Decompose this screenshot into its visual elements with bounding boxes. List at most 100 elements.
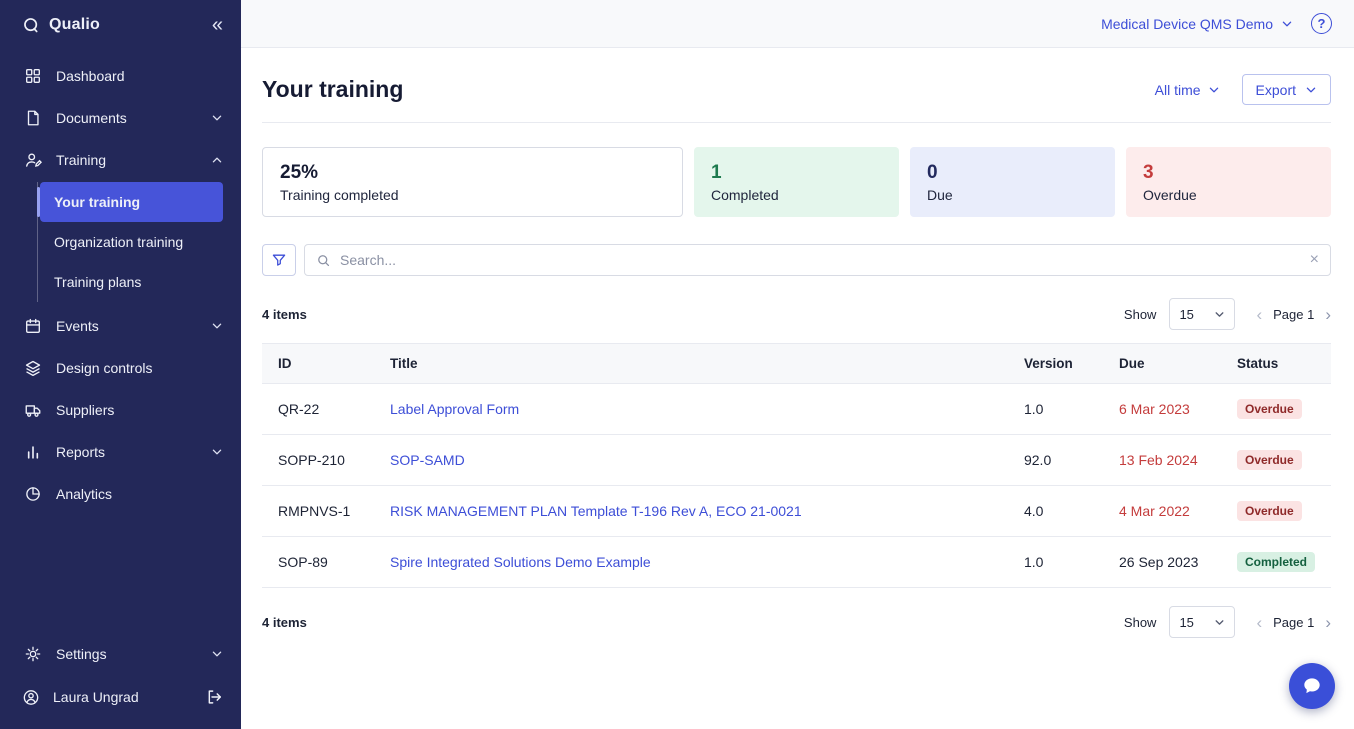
user-name: Laura Ungrad xyxy=(53,689,139,705)
sidebar-item-documents[interactable]: Documents xyxy=(0,97,241,139)
sidebar: Qualio « Dashboard Documents Training Yo… xyxy=(0,0,241,729)
chevron-down-icon xyxy=(1306,87,1316,92)
column-header-version: Version xyxy=(1007,343,1103,384)
page-size-value: 15 xyxy=(1179,306,1194,322)
search-input[interactable] xyxy=(340,252,1301,268)
sidebar-item-organization-training[interactable]: Organization training xyxy=(40,222,223,262)
page-label: Page 1 xyxy=(1273,306,1315,322)
page-next-icon[interactable]: › xyxy=(1325,614,1331,631)
stat-card-due: 0 Due xyxy=(910,147,1115,217)
column-header-title: Title xyxy=(374,343,1008,384)
dashboard-icon xyxy=(24,67,42,85)
list-controls-top: 4 items Show 15 ‹ Page 1 › xyxy=(262,298,1331,330)
table-row: SOP-89 Spire Integrated Solutions Demo E… xyxy=(262,536,1331,588)
items-count: 4 items xyxy=(262,306,307,322)
sidebar-item-dashboard[interactable]: Dashboard xyxy=(0,55,241,97)
chevron-up-icon xyxy=(211,154,223,166)
chevron-down-icon xyxy=(1209,87,1218,92)
status-badge: Overdue xyxy=(1236,399,1302,419)
show-label: Show xyxy=(1123,614,1157,630)
export-label: Export xyxy=(1255,81,1296,98)
row-title: Spire Integrated Solutions Demo Example xyxy=(374,536,1008,588)
sidebar-bottom: Settings Laura Ungrad xyxy=(0,633,241,729)
document-link[interactable]: Spire Integrated Solutions Demo Example xyxy=(390,554,651,570)
sidebar-item-label: Settings xyxy=(56,646,107,662)
row-id: QR-22 xyxy=(262,383,374,435)
sidebar-item-settings[interactable]: Settings xyxy=(0,633,241,675)
user-menu[interactable]: Laura Ungrad xyxy=(0,675,241,719)
row-due: 26 Sep 2023 xyxy=(1102,536,1221,588)
events-icon xyxy=(24,317,42,335)
sidebar-item-events[interactable]: Events xyxy=(0,305,241,347)
page-next-icon[interactable]: › xyxy=(1325,306,1331,323)
row-id: SOP-89 xyxy=(262,536,374,588)
stat-value: 3 xyxy=(1143,161,1154,183)
table-row: QR-22 Label Approval Form 1.0 6 Mar 2023… xyxy=(262,383,1331,435)
topbar: Medical Device QMS Demo ? xyxy=(241,0,1354,48)
list-controls-bottom: 4 items Show 15 ‹ Page 1 › xyxy=(262,606,1331,638)
chat-launcher-button[interactable] xyxy=(1289,663,1335,709)
workspace-switcher[interactable]: Medical Device QMS Demo xyxy=(1101,16,1293,32)
items-count: 4 items xyxy=(262,614,307,630)
row-version: 4.0 xyxy=(1007,485,1103,537)
document-link[interactable]: RISK MANAGEMENT PLAN Template T-196 Rev … xyxy=(390,503,802,519)
sidebar-item-label: Suppliers xyxy=(56,402,115,418)
sidebar-item-suppliers[interactable]: Suppliers xyxy=(0,389,241,431)
sidebar-item-training[interactable]: Training xyxy=(0,139,241,181)
stat-label: Training completed xyxy=(280,186,399,203)
page-prev-icon[interactable]: ‹ xyxy=(1256,306,1262,323)
reports-icon xyxy=(24,443,42,461)
time-filter-dropdown[interactable]: All time xyxy=(1155,82,1220,98)
pagination-controls: Show 15 ‹ Page 1 › xyxy=(1124,606,1331,638)
training-table: ID Title Version Due Status QR-22 Label … xyxy=(262,343,1331,588)
sidebar-collapse-button[interactable]: « xyxy=(212,15,223,35)
stat-label: Due xyxy=(927,186,953,203)
sidebar-item-label: Analytics xyxy=(56,486,113,502)
divider xyxy=(262,122,1331,123)
stat-value: 25% xyxy=(280,161,319,183)
page-prev-icon[interactable]: ‹ xyxy=(1256,614,1262,631)
page-content: Your training All time Export 25% Traini… xyxy=(241,48,1354,638)
sidebar-item-your-training[interactable]: Your training xyxy=(37,182,223,222)
help-icon[interactable]: ? xyxy=(1311,13,1332,34)
chevron-down-icon xyxy=(211,648,223,660)
sidebar-item-analytics[interactable]: Analytics xyxy=(0,473,241,515)
page-size-value: 15 xyxy=(1179,614,1194,630)
filter-icon xyxy=(272,254,286,266)
table-row: RMPNVS-1 RISK MANAGEMENT PLAN Template T… xyxy=(262,485,1331,537)
suppliers-icon xyxy=(24,401,42,419)
row-due: 4 Mar 2022 xyxy=(1102,485,1221,537)
stats-row: 25% Training completed 1 Completed 0 Due… xyxy=(262,147,1331,217)
sidebar-header: Qualio « xyxy=(0,0,241,45)
document-link[interactable]: SOP-SAMD xyxy=(390,452,465,468)
stat-card-completed: 1 Completed xyxy=(694,147,899,217)
workspace-name: Medical Device QMS Demo xyxy=(1101,15,1273,32)
sidebar-item-training-plans[interactable]: Training plans xyxy=(40,262,223,302)
row-title: RISK MANAGEMENT PLAN Template T-196 Rev … xyxy=(374,485,1008,537)
filter-button[interactable] xyxy=(262,244,296,276)
row-title: SOP-SAMD xyxy=(374,434,1008,486)
avatar-icon xyxy=(22,688,40,706)
sidebar-item-label: Training xyxy=(56,152,107,168)
stat-card-training-completed: 25% Training completed xyxy=(262,147,683,217)
documents-icon xyxy=(24,109,42,127)
chat-icon xyxy=(1304,678,1320,694)
sidebar-item-design-controls[interactable]: Design controls xyxy=(0,347,241,389)
analytics-icon xyxy=(24,485,42,503)
chevron-down-icon xyxy=(1282,21,1292,26)
export-button[interactable]: Export xyxy=(1241,74,1331,105)
sidebar-item-label: Design controls xyxy=(56,360,153,376)
logout-icon[interactable] xyxy=(205,688,223,706)
page-size-select[interactable]: 15 xyxy=(1169,298,1236,330)
sidebar-item-reports[interactable]: Reports xyxy=(0,431,241,473)
clear-search-icon[interactable]: × xyxy=(1310,252,1319,268)
column-header-due: Due xyxy=(1102,343,1221,384)
page-head: Your training All time Export xyxy=(262,74,1331,105)
document-link[interactable]: Label Approval Form xyxy=(390,401,519,417)
row-status: Overdue xyxy=(1220,383,1331,435)
page-label: Page 1 xyxy=(1273,614,1315,630)
row-id: RMPNVS-1 xyxy=(262,485,374,537)
status-badge: Completed xyxy=(1236,552,1315,572)
page-size-select[interactable]: 15 xyxy=(1169,606,1236,638)
status-badge: Overdue xyxy=(1236,501,1302,521)
